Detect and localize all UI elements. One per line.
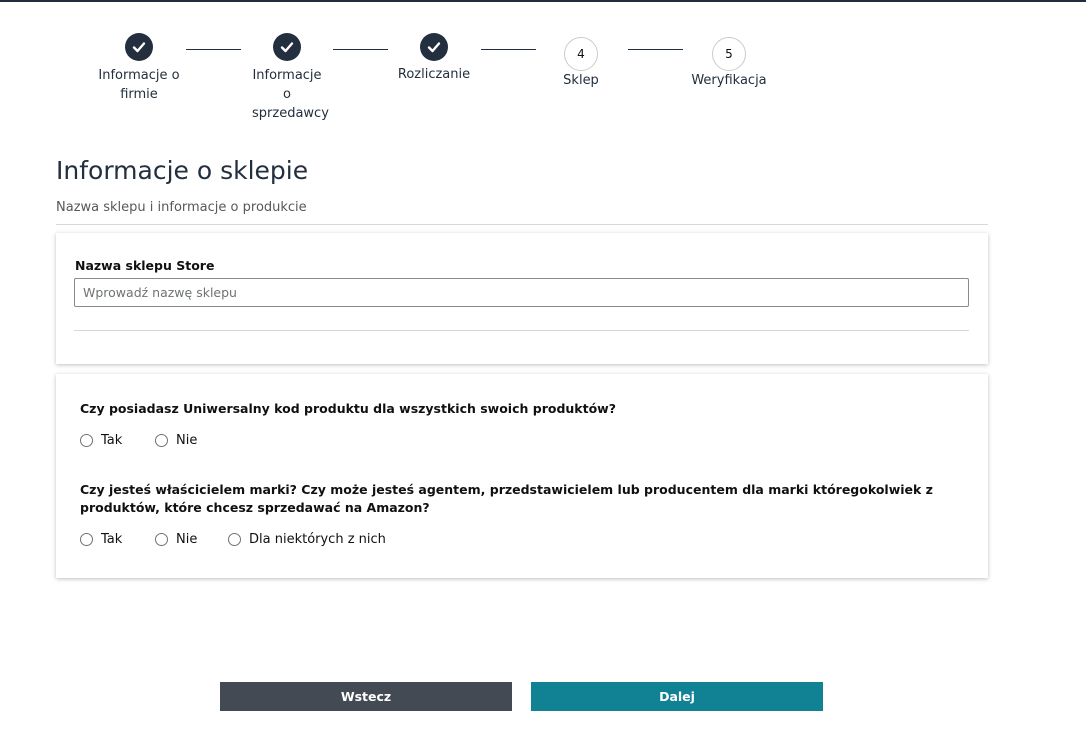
radio-label: Nie	[176, 433, 198, 448]
store-name-card: Nazwa sklepu Store	[56, 233, 988, 364]
step-label: Sklep	[563, 73, 599, 88]
back-button[interactable]: Wstecz	[220, 682, 512, 711]
brand-radio-yes[interactable]: Tak	[80, 532, 122, 547]
step-billing: Rozliczanie	[384, 33, 484, 84]
step-verification: 5 Weryfikacja	[679, 37, 779, 90]
radio-circle-icon[interactable]	[80, 533, 93, 546]
step-label: Informacje o sprzedawcy	[252, 68, 329, 121]
step-seller-info: Informacje o sprzedawcy	[237, 33, 337, 123]
store-name-input[interactable]	[74, 278, 969, 307]
step-connector	[628, 49, 683, 50]
check-icon	[125, 33, 153, 61]
check-icon	[273, 33, 301, 61]
top-border	[0, 0, 1086, 2]
brand-radio-no[interactable]: Nie	[155, 532, 197, 547]
step-label: Informacje o firmie	[98, 68, 180, 102]
page-subtitle: Nazwa sklepu i informacje o produkcie	[56, 200, 307, 215]
step-label: Weryfikacja	[691, 73, 767, 88]
radio-label: Dla niektórych z nich	[249, 532, 386, 547]
brand-question: Czy jesteś właścicielem marki? Czy może …	[80, 482, 933, 515]
divider	[74, 330, 969, 331]
next-button[interactable]: Dalej	[531, 682, 823, 711]
radio-label: Nie	[176, 532, 198, 547]
step-label: Rozliczanie	[397, 67, 471, 82]
radio-circle-icon[interactable]	[155, 533, 168, 546]
step-connector	[481, 49, 536, 50]
divider	[56, 224, 988, 225]
step-number: 4	[564, 37, 598, 71]
radio-circle-icon[interactable]	[155, 434, 168, 447]
product-questions-card: Czy posiadasz Uniwersalny kod produktu d…	[56, 374, 988, 578]
radio-label: Tak	[101, 532, 123, 547]
upc-question: Czy posiadasz Uniwersalny kod produktu d…	[80, 401, 616, 416]
radio-label: Tak	[101, 433, 123, 448]
store-name-label: Nazwa sklepu Store	[75, 258, 215, 273]
step-connector	[333, 49, 388, 50]
brand-radio-some[interactable]: Dla niektórych z nich	[228, 532, 386, 547]
step-store: 4 Sklep	[531, 37, 631, 90]
page-title: Informacje o sklepie	[56, 156, 309, 185]
radio-circle-icon[interactable]	[80, 434, 93, 447]
step-number: 5	[712, 37, 746, 71]
upc-radio-no[interactable]: Nie	[155, 433, 197, 448]
check-icon	[420, 33, 448, 61]
step-company-info: Informacje o firmie	[89, 33, 189, 104]
radio-circle-icon[interactable]	[228, 533, 241, 546]
upc-radio-yes[interactable]: Tak	[80, 433, 122, 448]
step-connector	[186, 49, 241, 50]
